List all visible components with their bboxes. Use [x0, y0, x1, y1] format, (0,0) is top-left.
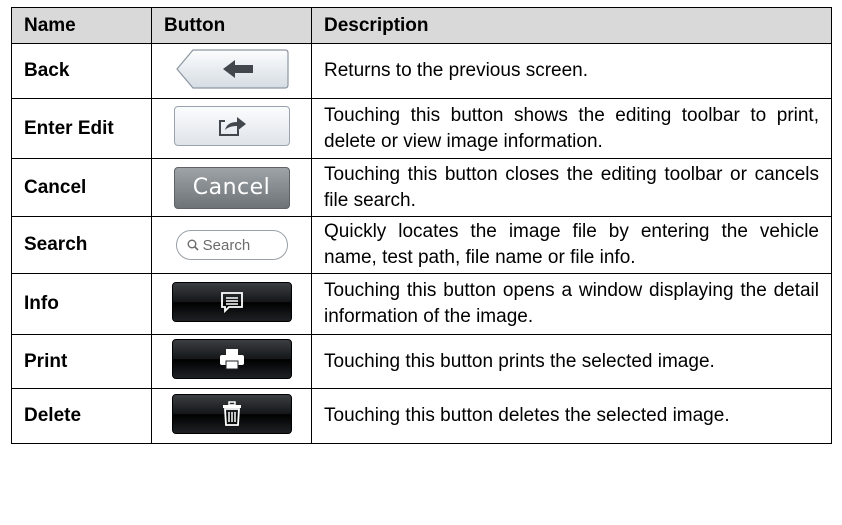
delete-button[interactable]: [171, 393, 292, 434]
table-row: Delete Touching this button deletes the …: [11, 388, 832, 444]
info-message-icon: [220, 291, 243, 313]
row-description: Touching this button opens a window disp…: [311, 273, 832, 335]
row-description: Touching this button closes the editing …: [311, 158, 832, 217]
header-button: Button: [151, 7, 312, 44]
row-description: Touching this button deletes the selecte…: [311, 388, 832, 444]
row-description: Returns to the previous screen.: [311, 43, 832, 99]
info-button[interactable]: [171, 281, 292, 322]
button-cell: [151, 43, 312, 99]
back-button[interactable]: [175, 48, 289, 89]
row-description: Touching this button shows the editing t…: [311, 98, 832, 159]
table-row: Info Touching this button opens a window…: [11, 273, 832, 335]
button-cell: [151, 273, 312, 335]
table-row: Enter Edit Touching this button shows th…: [11, 98, 832, 159]
table-row: Back Returns to the previous screen.: [11, 43, 832, 99]
table-row: Cancel Cancel Touching this button close…: [11, 158, 832, 217]
row-name: Info: [11, 273, 152, 335]
trash-icon: [222, 400, 241, 426]
row-name: Search: [11, 216, 152, 274]
button-cell: Cancel: [151, 158, 312, 217]
table-row: Print Touching this button prints the se…: [11, 334, 832, 389]
button-cell: Search: [151, 216, 312, 274]
row-description: Touching this button prints the selected…: [311, 334, 832, 389]
row-name: Print: [11, 334, 152, 389]
header-name: Name: [11, 7, 152, 44]
search-field[interactable]: Search: [175, 230, 288, 260]
search-placeholder: Search: [202, 237, 251, 254]
button-cell: [151, 388, 312, 444]
search-icon: [187, 239, 199, 251]
button-cell: [151, 98, 312, 159]
row-name: Enter Edit: [11, 98, 152, 159]
row-name: Cancel: [11, 158, 152, 217]
enter-edit-button[interactable]: [173, 106, 290, 146]
share-export-icon: [218, 117, 246, 136]
print-button[interactable]: [171, 339, 292, 379]
table-row: Search Search Quickly locates the image …: [11, 216, 832, 274]
button-cell: [151, 334, 312, 389]
row-name: Delete: [11, 388, 152, 444]
table-header-row: Name Button Description: [11, 7, 832, 44]
row-name: Back: [11, 43, 152, 99]
button-reference-table: Name Button Description Back Returns to …: [11, 7, 832, 444]
header-description: Description: [311, 7, 832, 44]
cancel-button[interactable]: Cancel: [173, 166, 290, 209]
back-arrow-icon: [175, 48, 289, 89]
row-description: Quickly locates the image file by enteri…: [311, 216, 832, 274]
printer-icon: [219, 349, 244, 370]
